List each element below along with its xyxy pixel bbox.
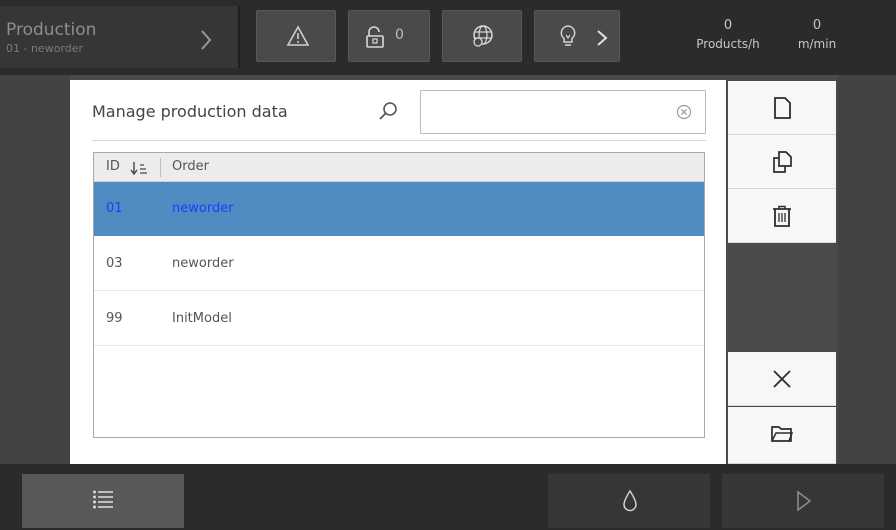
sort-descending-icon[interactable]	[130, 160, 148, 176]
open-button[interactable]	[728, 407, 836, 464]
products-per-hour-unit: Products/h	[696, 37, 760, 51]
table-row[interactable]: 03 neworder	[94, 237, 704, 291]
chevron-right-icon	[597, 30, 608, 46]
trash-icon	[773, 205, 791, 227]
dialog-title: Manage production data	[92, 102, 288, 121]
row-order: InitModel	[172, 311, 232, 326]
new-button[interactable]	[728, 81, 836, 135]
warning-icon	[286, 25, 310, 46]
close-icon	[773, 370, 791, 388]
play-icon	[797, 490, 812, 512]
table-row[interactable]: 01 neworder	[94, 182, 704, 236]
copy-icon	[773, 151, 792, 173]
delete-button[interactable]	[728, 189, 836, 243]
chevron-right-icon	[201, 30, 212, 50]
production-data-table: ID Order 01 neworder 03 neworder 99 Init…	[93, 152, 705, 438]
warnings-button[interactable]	[256, 10, 336, 62]
list-menu-icon	[93, 490, 113, 509]
folder-open-icon	[771, 426, 793, 442]
products-per-hour-readout: 0 Products/h	[690, 18, 766, 51]
speed-value: 0	[812, 18, 822, 33]
column-header-id[interactable]: ID	[106, 159, 120, 174]
row-id: 01	[106, 201, 123, 216]
globe-icon	[473, 25, 493, 47]
search-icon[interactable]	[378, 100, 400, 122]
network-button[interactable]	[442, 10, 522, 62]
column-divider	[160, 158, 161, 177]
lightbulb-icon	[560, 25, 576, 46]
lock-count: 0	[395, 27, 404, 43]
products-per-hour-value: 0	[723, 18, 733, 33]
clear-search-icon[interactable]	[676, 104, 692, 120]
start-button[interactable]	[722, 474, 884, 528]
production-subtitle: 01 - neworder	[6, 42, 84, 55]
bottom-bar	[0, 464, 896, 530]
row-id: 03	[106, 256, 123, 271]
new-file-icon	[774, 97, 791, 119]
drop-icon	[623, 489, 637, 512]
production-selector[interactable]: Production 01 - neworder	[0, 6, 240, 68]
production-title: Production	[6, 20, 97, 40]
top-bar: Production 01 - neworder 0 0 Products/h …	[0, 0, 896, 75]
divider	[92, 140, 706, 141]
copy-button[interactable]	[728, 135, 836, 189]
menu-button[interactable]	[22, 474, 184, 528]
lock-icon	[366, 26, 384, 48]
column-header-order[interactable]: Order	[172, 159, 209, 174]
manage-production-dialog: Manage production data ID Order 01 newor…	[70, 80, 726, 464]
purge-button[interactable]	[548, 474, 710, 528]
close-button[interactable]	[728, 352, 836, 406]
left-strip	[0, 75, 70, 464]
right-strip	[838, 75, 896, 464]
speed-readout: 0 m/min	[782, 18, 852, 51]
speed-unit: m/min	[797, 37, 837, 51]
table-header: ID Order	[94, 153, 704, 182]
lock-button[interactable]: 0	[348, 10, 430, 62]
row-order: neworder	[172, 256, 234, 271]
row-order: neworder	[172, 201, 234, 216]
row-id: 99	[106, 311, 123, 326]
search-input[interactable]	[420, 90, 706, 134]
tips-button[interactable]	[534, 10, 620, 62]
side-panel-gap	[728, 244, 836, 350]
table-row[interactable]: 99 InitModel	[94, 292, 704, 346]
